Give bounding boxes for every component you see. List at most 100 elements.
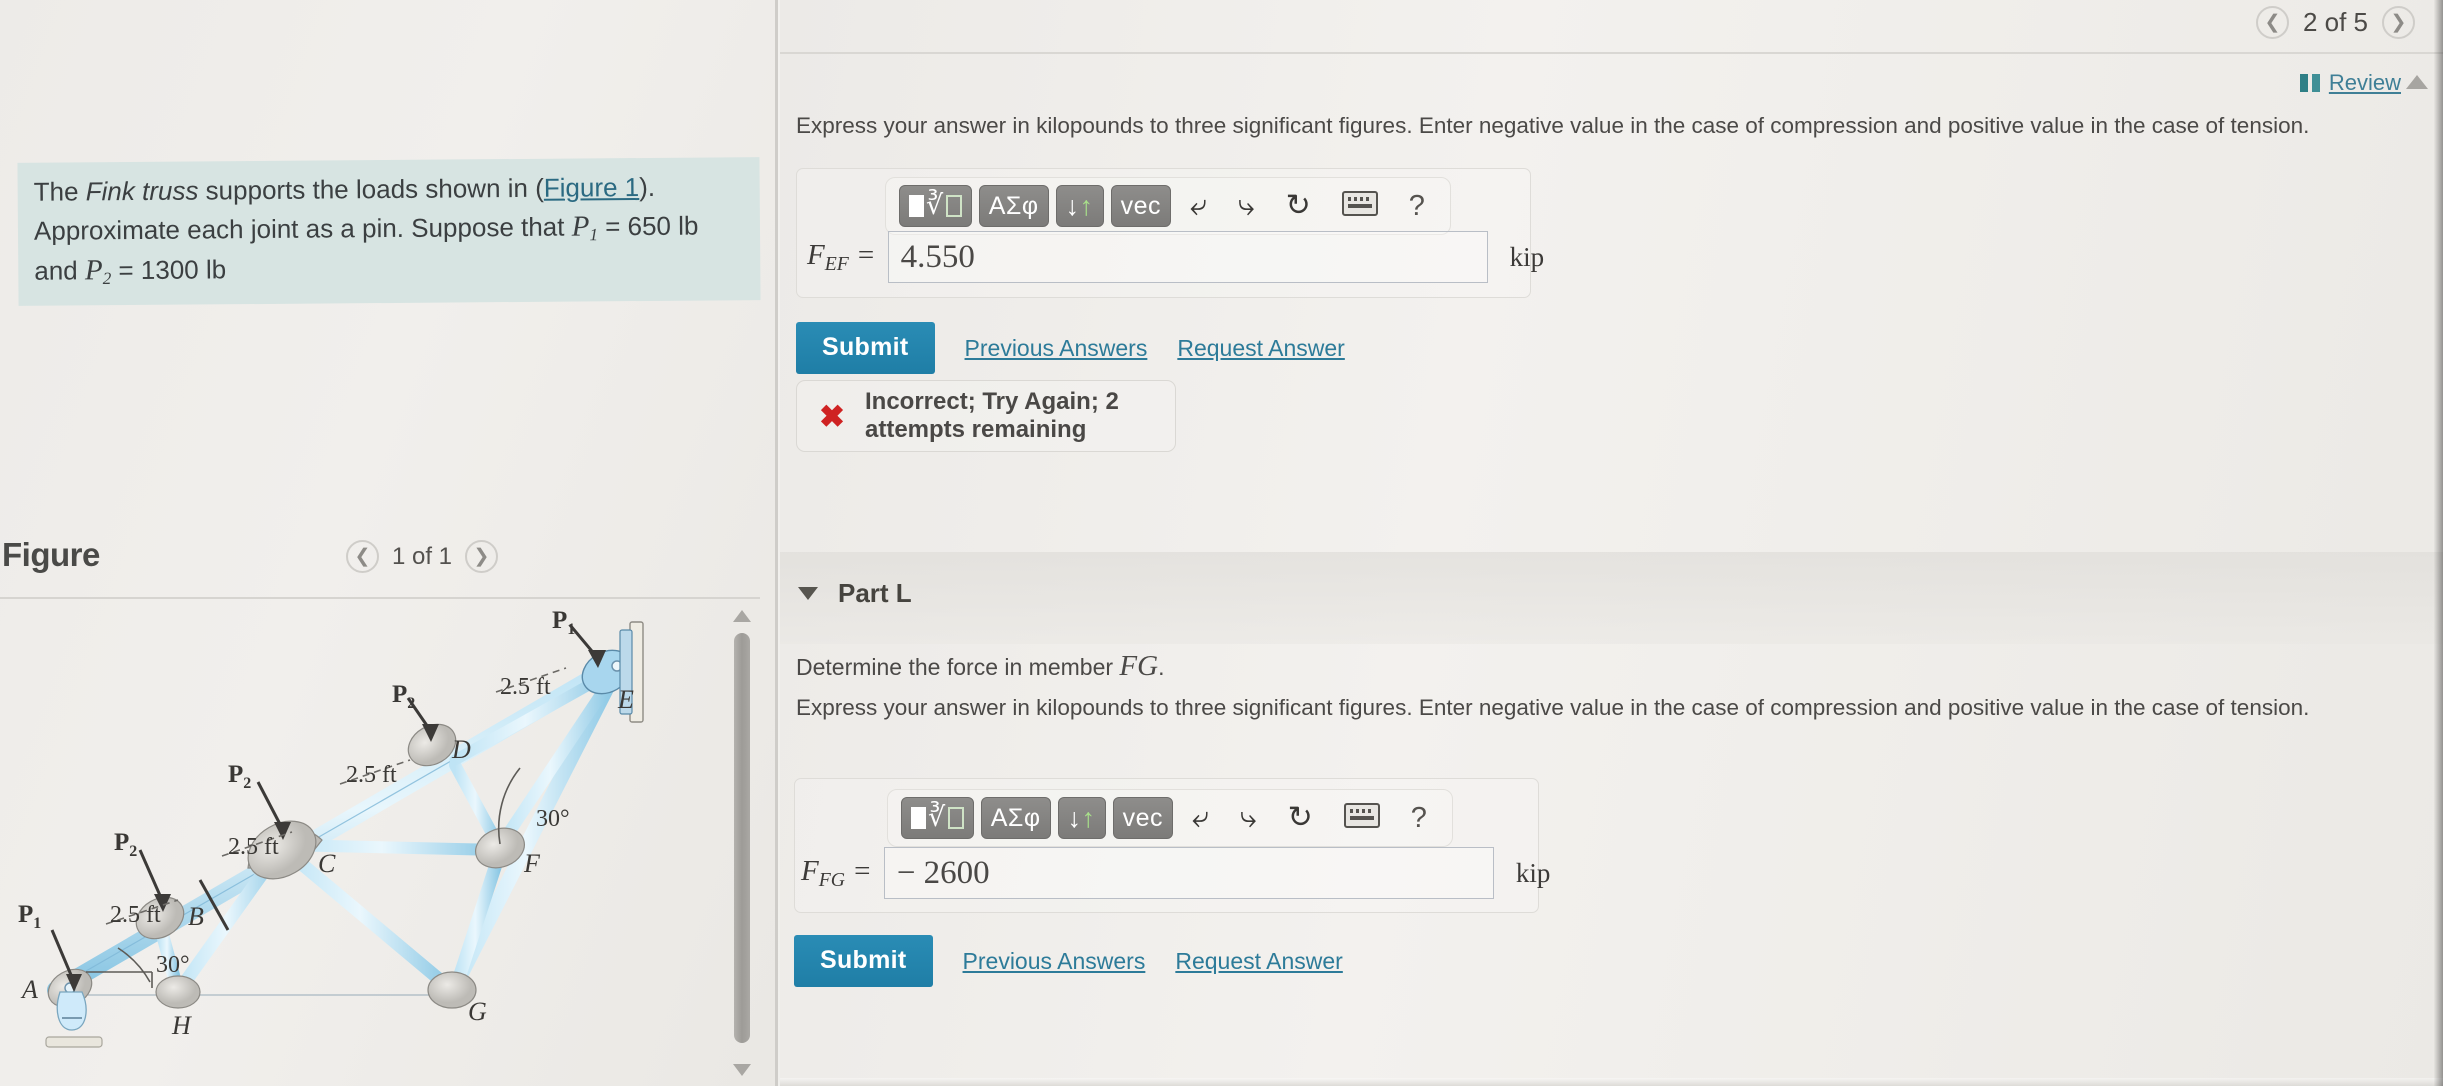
greek-symbols-button[interactable]: ΑΣφ — [980, 797, 1051, 839]
figure-scrollbar[interactable] — [727, 608, 757, 1078]
figure-divider — [0, 597, 760, 599]
p1-symbol: P — [571, 210, 590, 243]
field-label-ffg: FFG = — [801, 854, 872, 891]
undo-icon[interactable]: ⤶ — [1180, 803, 1221, 833]
figure-header: Figure ❮ 1 of 1 ❯ — [0, 528, 776, 590]
joint-label-d: D — [451, 735, 471, 764]
review-link[interactable]: Review — [2299, 70, 2401, 96]
x-mark-icon: ✖ — [819, 398, 845, 434]
label-p2-a: P2 — [114, 829, 137, 860]
label-p2-c: P2 — [392, 681, 415, 712]
part-ef-field-row: FEF = 4.550 kip — [807, 231, 1544, 283]
joint-label-c: C — [318, 849, 336, 878]
part-l-answer-box: ∛ ΑΣφ ↓↑ vec ⤶ ⤷ ↻ ? FFG = − 2600 kip — [794, 778, 1550, 913]
label-dim-3: 2.5 ft — [346, 762, 397, 788]
joint-label-h: H — [171, 1011, 192, 1040]
answer-input-fef[interactable]: 4.550 — [887, 231, 1488, 283]
help-icon[interactable]: ? — [1399, 803, 1439, 833]
joint-label-f: F — [523, 849, 541, 878]
review-label: Review — [2328, 70, 2401, 95]
unit-label-kip-fg: kip — [1515, 857, 1551, 888]
joint-label-g: G — [468, 997, 487, 1026]
vec-button[interactable]: vec — [1110, 185, 1171, 227]
part-l-question-text: Determine the force in member — [796, 654, 1120, 680]
fink-truss-figure: P1 2.5 ft P2 2.5 ft P2 2.5 ft P2 2.5 ft … — [0, 600, 700, 1080]
scroll-down-arrow-icon[interactable] — [733, 1064, 751, 1076]
scroll-up-arrow-icon[interactable] — [733, 610, 751, 622]
keyboard-icon[interactable] — [1330, 190, 1390, 222]
field-label-fef: FEF = — [807, 238, 876, 275]
truss-svg: P1 2.5 ft P2 2.5 ft P2 2.5 ft P2 2.5 ft … — [18, 607, 644, 1048]
vec-button[interactable]: vec — [1112, 797, 1173, 839]
angle-label-left: 30° — [156, 952, 190, 978]
part-l-member: FG — [1119, 650, 1159, 682]
template-root-button[interactable]: ∛ — [899, 185, 972, 227]
redo-icon[interactable]: ⤷ — [1228, 803, 1269, 833]
undo-icon[interactable]: ⤶ — [1178, 191, 1219, 221]
redo-icon[interactable]: ⤷ — [1226, 191, 1267, 221]
part-ef-instruction: Express your answer in kilopounds to thr… — [796, 113, 2310, 138]
part-l-question-period: . — [1158, 654, 1165, 680]
joint-label-b: B — [188, 902, 204, 931]
previous-answers-link-fg[interactable]: Previous Answers — [963, 948, 1146, 975]
reset-icon[interactable]: ↻ — [1274, 191, 1323, 221]
question-right-panel: ❮ 2 of 5 ❯ Review Express your answer in… — [780, 0, 2443, 1086]
request-answer-link-fg[interactable]: Request Answer — [1175, 948, 1342, 975]
answer-input-ffg[interactable]: − 2600 — [883, 847, 1494, 899]
problem-text-prefix: The — [33, 176, 86, 207]
label-dim-4: 2.5 ft — [500, 674, 551, 700]
figure-next-button[interactable]: ❯ — [465, 540, 498, 573]
submit-button-fg[interactable]: Submit — [794, 935, 933, 987]
part-ef-actions: Submit Previous Answers Request Answer — [796, 322, 1345, 374]
part-l-actions: Submit Previous Answers Request Answer — [794, 935, 1343, 987]
scrollbar-thumb[interactable] — [734, 633, 750, 1043]
part-l-band: Part L — [780, 552, 2443, 644]
math-toolbar-fg: ∛ ΑΣφ ↓↑ vec ⤶ ⤷ ↻ ? — [887, 789, 1453, 847]
label-dim-1: 2.5 ft — [110, 902, 161, 928]
figure-counter: 1 of 1 — [391, 542, 452, 570]
p1-subscript: 1 — [589, 225, 599, 245]
joint-label-e: E — [617, 685, 634, 714]
keyboard-icon[interactable] — [1332, 802, 1392, 834]
submit-button-ef[interactable]: Submit — [796, 322, 935, 374]
label-dim-2: 2.5 ft — [228, 834, 279, 860]
reset-icon[interactable]: ↻ — [1276, 803, 1325, 833]
panel-divider — [775, 0, 778, 1086]
problem-statement: The Fink truss supports the loads shown … — [17, 157, 761, 306]
previous-answers-link-ef[interactable]: Previous Answers — [965, 335, 1148, 362]
figure-1-link[interactable]: Figure 1 — [544, 172, 640, 203]
label-p1-left: P1 — [18, 901, 41, 932]
page-next-button[interactable]: ❯ — [2382, 6, 2415, 39]
book-icon — [2299, 74, 2320, 92]
problem-text-italic: Fink truss — [85, 175, 199, 207]
part-l-question: Determine the force in member FG. — [796, 650, 1164, 683]
greek-symbols-button[interactable]: ΑΣφ — [978, 185, 1049, 227]
request-answer-link-ef[interactable]: Request Answer — [1177, 335, 1344, 362]
page-prev-button[interactable]: ❮ — [2255, 6, 2289, 39]
p2-subscript: 2 — [102, 269, 112, 289]
part-ef-answer-box: ∛ ΑΣφ ↓↑ vec ⤶ ⤷ ↻ ? FEF = 4.550 kip — [796, 168, 1544, 298]
top-bar-divider — [780, 52, 2443, 54]
top-bar: ❮ 2 of 5 ❯ — [780, 0, 2443, 52]
figure-panel-title: Figure — [2, 536, 100, 573]
part-l-field-row: FFG = − 2600 kip — [801, 847, 1550, 899]
feedback-banner-ef: ✖ Incorrect; Try Again; 2 attempts remai… — [796, 380, 1176, 452]
template-root-button[interactable]: ∛ — [901, 797, 974, 839]
part-l-header[interactable]: Part L — [798, 578, 912, 609]
caret-down-icon[interactable] — [798, 587, 818, 600]
right-edge-shadow — [2434, 0, 2443, 1086]
bottom-strip — [780, 1078, 2443, 1086]
label-p2-b: P2 — [228, 761, 251, 792]
updown-arrows-button[interactable]: ↓↑ — [1057, 797, 1106, 839]
page-pager: ❮ 2 of 5 ❯ — [2255, 6, 2415, 39]
page-counter: 2 of 5 — [2302, 7, 2368, 37]
truss-web-members — [151, 666, 618, 999]
updown-arrows-button[interactable]: ↓↑ — [1055, 185, 1104, 227]
p2-value: = 1300 lb — [111, 254, 227, 286]
help-icon[interactable]: ? — [1397, 191, 1437, 221]
app-window: The Fink truss supports the loads shown … — [0, 0, 2443, 1086]
part-l-title: Part L — [838, 578, 912, 608]
figure-prev-button[interactable]: ❮ — [345, 540, 379, 573]
problem-left-panel: The Fink truss supports the loads shown … — [0, 0, 778, 1086]
page-scroll-up-arrow-icon[interactable] — [2406, 75, 2428, 89]
